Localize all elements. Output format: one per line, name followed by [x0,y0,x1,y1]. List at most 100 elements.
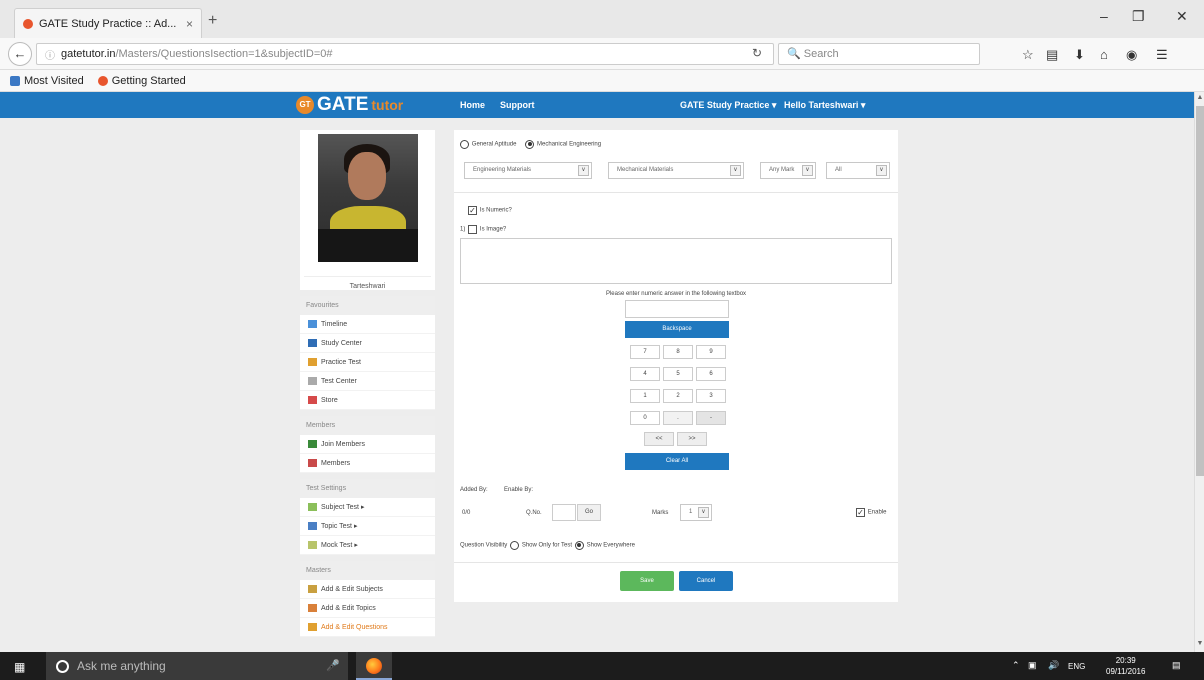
scroll-up-icon[interactable]: ▲ [1195,94,1204,101]
folder-icon [10,75,20,86]
page-scrollbar[interactable]: ▲ ▼ [1194,92,1204,652]
taskbar-firefox-button[interactable] [356,652,392,680]
key-2[interactable]: 2 [663,389,693,403]
key-minus[interactable]: - [696,411,726,425]
taskbar-clock[interactable]: 20:39 09/11/2016 [1106,655,1145,677]
members-header: Members [300,416,435,435]
tab-close-icon[interactable]: × [186,17,193,31]
enable-by-label: Enable By: [504,487,534,493]
key-6[interactable]: 6 [696,367,726,381]
sidebar-item-add-edit-subjects[interactable]: Add & Edit Subjects [300,580,435,599]
download-icon[interactable]: ⬇ [1074,47,1085,63]
key-0[interactable]: 0 [630,411,660,425]
scroll-down-icon[interactable]: ▼ [1195,640,1204,647]
cortana-search-box[interactable]: Ask me anything [46,652,348,680]
key-3[interactable]: 3 [696,389,726,403]
back-arrow-icon[interactable]: ← [8,42,32,66]
reload-icon[interactable]: ↻ [752,46,762,60]
logo-main-text: GATE [317,94,369,115]
cursor-left-button[interactable]: << [644,432,674,446]
sidebar-item-add-edit-topics[interactable]: Add & Edit Topics [300,599,435,618]
bookmark-star-icon[interactable]: ☆ [1022,47,1034,63]
sidebar-item-mock-test[interactable]: Mock Test ▸ [300,536,435,555]
reading-list-icon[interactable]: ▤ [1046,47,1058,63]
info-icon[interactable]: ⓘ [45,47,55,62]
go-button[interactable]: Go [577,504,601,521]
restore-icon[interactable]: ❐ [1132,8,1145,25]
sidebar-item-store[interactable]: Store [300,391,435,410]
bookmark-most-visited[interactable]: Most Visited [10,75,84,87]
enable-checkbox[interactable]: ✓ [856,507,865,517]
sidebar-item-join-members[interactable]: Join Members [300,435,435,454]
new-tab-button[interactable]: + [208,12,217,30]
nav-practice-dropdown[interactable]: GATE Study Practice ▾ [680,100,776,111]
nav-home-link[interactable]: Home [460,100,485,110]
radio-mechanical-engineering[interactable] [525,139,535,149]
minimize-icon[interactable]: – [1100,8,1108,24]
sidebar-item-label: Join Members [321,440,365,448]
key-5[interactable]: 5 [663,367,693,381]
sidebar-item-timeline[interactable]: Timeline [300,315,435,334]
firefox-small-icon [97,75,108,86]
radio-show-only-test[interactable] [510,540,520,550]
is-numeric-checkbox[interactable]: ✓ [468,205,477,215]
sidebar-item-study-center[interactable]: Study Center [300,334,435,353]
sidebar-item-add-edit-questions[interactable]: Add & Edit Questions [300,618,435,637]
key-1[interactable]: 1 [630,389,660,403]
windows-taskbar: ▦ Ask me anything 🎤 ⌃ ▣ 🔊 ENG 20:39 09/1… [0,652,1204,680]
backspace-button[interactable]: Backspace [625,321,729,338]
cursor-right-button[interactable]: >> [677,432,707,446]
tray-chevron-icon[interactable]: ⌃ [1012,660,1020,671]
subject-select[interactable]: Engineering Materials ∨ [464,162,592,179]
radio-general-aptitude[interactable] [460,139,469,149]
marks-select[interactable]: 1 ∨ [680,504,712,521]
clear-all-button[interactable]: Clear All [625,453,729,470]
cortana-icon [56,659,69,673]
microphone-icon[interactable]: 🎤 [326,659,340,672]
menu-icon[interactable]: ☰ [1156,47,1168,63]
sidebar-item-practice-test[interactable]: Practice Test [300,353,435,372]
key-9[interactable]: 9 [696,345,726,359]
profile-card: Tarteshwari [300,130,435,290]
windows-start-icon[interactable]: ▦ [14,660,25,674]
firefox-icon [366,658,382,674]
pocket-icon[interactable]: ◉ [1126,47,1137,63]
browser-tab-bar: GATE Study Practice :: Ad... × + – ❐ ✕ [0,0,1204,38]
scroll-thumb[interactable] [1196,106,1204,476]
sidebar-item-members[interactable]: Members [300,454,435,473]
window-close-icon[interactable]: ✕ [1176,8,1188,25]
question-textarea[interactable] [460,238,892,284]
save-button[interactable]: Save [620,571,674,591]
bookmark-getting-started[interactable]: Getting Started [97,75,186,87]
site-logo[interactable]: GT GATE tutor [296,94,403,116]
browser-tab[interactable]: GATE Study Practice :: Ad... × [14,8,202,38]
is-image-checkbox[interactable] [468,224,478,234]
sidebar-item-test-center[interactable]: Test Center [300,372,435,391]
numeric-answer-input[interactable] [625,300,729,318]
language-indicator[interactable]: ENG [1068,662,1085,671]
volume-icon[interactable]: 🔊 [1048,660,1059,671]
browser-search-input[interactable]: 🔍 Search [778,43,980,65]
logo-badge: GT [296,96,314,114]
topic-select[interactable]: Mechanical Materials ∨ [608,162,744,179]
key-8[interactable]: 8 [663,345,693,359]
marks-filter-select[interactable]: Any Mark ∨ [760,162,816,179]
radio-show-everywhere[interactable] [574,540,584,550]
home-icon[interactable]: ⌂ [1100,47,1108,62]
address-bar[interactable]: ⓘ gatetutor.in/Masters/QuestionsIsection… [36,43,774,65]
notifications-icon[interactable]: ▤ [1172,660,1181,671]
cancel-button[interactable]: Cancel [679,571,733,591]
all-filter-select[interactable]: All ∨ [826,162,890,179]
sidebar-item-topic-test[interactable]: Topic Test ▸ [300,517,435,536]
cortana-placeholder: Ask me anything [77,659,166,673]
key-4[interactable]: 4 [630,367,660,381]
nav-support-link[interactable]: Support [500,100,535,110]
sidebar: Tarteshwari Favourites Timeline Study Ce… [300,130,435,637]
qno-input[interactable] [552,504,576,521]
sidebar-item-subject-test[interactable]: Subject Test ▸ [300,498,435,517]
key-7[interactable]: 7 [630,345,660,359]
network-icon[interactable]: ▣ [1028,660,1037,671]
sidebar-item-label: Add & Edit Topics [321,604,376,612]
key-decimal[interactable]: . [663,411,693,425]
nav-user-dropdown[interactable]: Hello Tarteshwari ▾ [784,100,865,111]
